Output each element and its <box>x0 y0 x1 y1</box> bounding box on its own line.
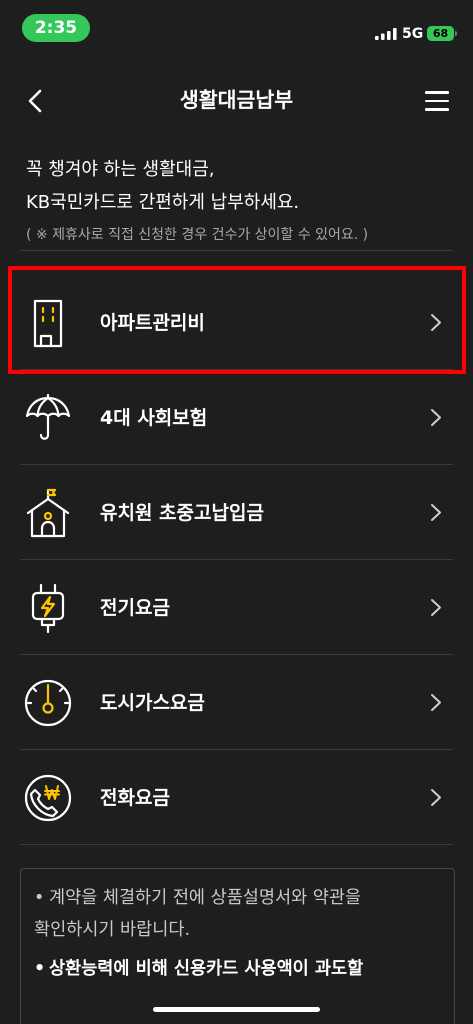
chevron-right-icon <box>431 409 441 426</box>
battery-icon: 68 <box>427 26 454 41</box>
umbrella-icon <box>25 393 71 440</box>
phone-won-icon <box>24 774 72 821</box>
cellular-signal-icon <box>375 28 397 40</box>
hamburger-menu-icon-line <box>425 108 449 111</box>
list-item-electricity-bill[interactable]: 전기요금 <box>0 560 473 655</box>
list-item-label: 4대 사회보험 <box>100 406 208 429</box>
battery-level: 68 <box>432 27 449 40</box>
electric-plug-icon <box>31 583 65 633</box>
list-item-social-insurance[interactable]: 4대 사회보험 <box>0 370 473 465</box>
notice-text: 확인하시기 바랍니다. <box>34 920 191 940</box>
list-item-school-fee[interactable]: 유치원 초중고납입금 <box>0 465 473 560</box>
back-button[interactable] <box>20 86 50 116</box>
gas-gauge-icon <box>24 679 72 726</box>
screen: 2:35 5G 68 생활대금납부 꼭 챙겨야 하는 생활대금, KB국민카드로… <box>0 0 473 1024</box>
list-item-gas-bill[interactable]: 도시가스요금 <box>0 655 473 750</box>
hamburger-menu-icon-line <box>425 99 449 103</box>
hamburger-menu-icon-line <box>425 91 449 94</box>
status-time-pill: 2:35 <box>22 14 90 42</box>
school-icon <box>26 488 70 537</box>
chevron-right-icon <box>431 694 441 711</box>
list-item-label: 아파트관리비 <box>100 311 205 334</box>
chevron-right-icon <box>431 504 441 521</box>
list-item-label: 전기요금 <box>100 596 170 619</box>
payment-category-list: 아파트관리비 4대 사회보험 유치원 초중고납입금 전기요금 도시가스요금 전화… <box>0 275 473 845</box>
home-indicator[interactable] <box>153 1007 320 1012</box>
status-time: 2:35 <box>34 17 78 38</box>
list-item-apartment-fee[interactable]: 아파트관리비 <box>0 275 473 370</box>
network-type: 5G <box>402 26 424 42</box>
battery-tip <box>455 31 457 36</box>
intro-line-2: KB국민카드로 간편하게 납부하세요. <box>26 192 300 213</box>
intro-line-1: 꼭 챙겨야 하는 생활대금, <box>26 159 215 180</box>
list-item-phone-bill[interactable]: 전화요금 <box>0 750 473 845</box>
notice-box: • 계약을 체결하기 전에 상품설명서와 약관을 확인하시기 바랍니다. • 상… <box>20 868 455 1024</box>
chevron-right-icon <box>431 314 441 331</box>
hamburger-menu-button[interactable] <box>423 88 451 114</box>
notice-bullet: • <box>34 888 45 908</box>
section-divider <box>20 250 453 251</box>
intro-note: ( ※ 제휴사로 직접 신청한 경우 건수가 상이할 수 있어요. ) <box>26 227 369 243</box>
list-item-label: 도시가스요금 <box>100 691 205 714</box>
chevron-right-icon <box>431 599 441 616</box>
notice-text: 계약을 체결하기 전에 상품설명서와 약관을 <box>49 888 362 908</box>
chevron-left-icon <box>28 89 42 113</box>
page-title: 생활대금납부 <box>179 88 294 112</box>
notice-bullet: • <box>34 959 46 979</box>
list-item-label: 전화요금 <box>100 786 170 809</box>
chevron-right-icon <box>431 789 441 806</box>
list-item-label: 유치원 초중고납입금 <box>100 501 264 524</box>
apartment-building-icon <box>33 299 63 347</box>
notice-text-emphasis: 상환능력에 비해 신용카드 사용액이 과도할 <box>49 959 364 979</box>
